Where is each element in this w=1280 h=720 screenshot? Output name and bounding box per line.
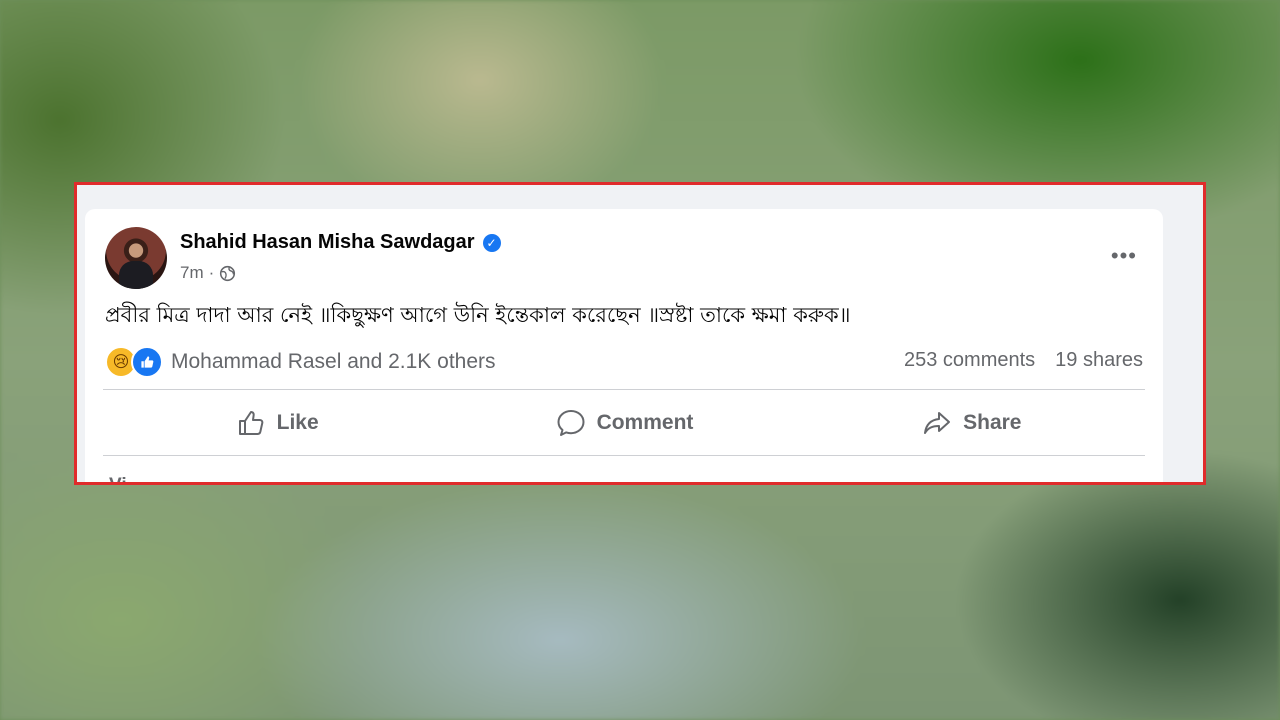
author-avatar[interactable] — [105, 227, 167, 289]
shares-count[interactable]: 19 shares — [1055, 349, 1143, 372]
divider-top — [103, 389, 1145, 390]
more-options-icon[interactable]: ••• — [1111, 243, 1137, 269]
share-icon — [924, 412, 951, 434]
comment-button[interactable]: Comment — [450, 391, 797, 455]
share-button[interactable]: Share — [798, 391, 1145, 455]
divider-bottom — [103, 455, 1145, 456]
comments-count[interactable]: 253 comments — [904, 349, 1035, 372]
view-more-comments-link[interactable]: Vi — [109, 475, 127, 482]
comment-icon — [557, 410, 585, 436]
reactions-summary[interactable]: 😢 Mohammad Rasel and 2.1K others — [105, 346, 496, 378]
like-button[interactable]: Like — [103, 391, 450, 455]
verified-badge-icon: ✓ — [482, 233, 501, 252]
like-reaction-icon — [131, 346, 163, 378]
like-label: Like — [276, 411, 319, 434]
author-name[interactable]: Shahid Hasan Misha Sawdagar — [180, 231, 475, 254]
post-actions: Like Comment Share — [103, 391, 1145, 455]
globe-icon — [220, 265, 236, 281]
engagement-counts: 253 comments 19 shares — [904, 349, 1143, 372]
meta-separator: · — [208, 263, 215, 282]
comment-label: Comment — [596, 411, 694, 434]
thumbs-up-icon — [238, 411, 263, 435]
share-label: Share — [963, 411, 1022, 434]
author-row: Shahid Hasan Misha Sawdagar ✓ — [180, 231, 501, 254]
post-time[interactable]: 7m — [180, 263, 204, 283]
facebook-post-card: Shahid Hasan Misha Sawdagar ✓ 7m · ••• প… — [85, 209, 1163, 482]
highlight-frame: Shahid Hasan Misha Sawdagar ✓ 7m · ••• প… — [74, 182, 1206, 485]
post-text: প্রবীর মিত্র দাদা আর নেই ॥কিছুক্ষণ আগে উ… — [105, 303, 851, 327]
reactions-text[interactable]: Mohammad Rasel and 2.1K others — [171, 350, 496, 374]
post-meta: 7m · — [180, 263, 236, 283]
